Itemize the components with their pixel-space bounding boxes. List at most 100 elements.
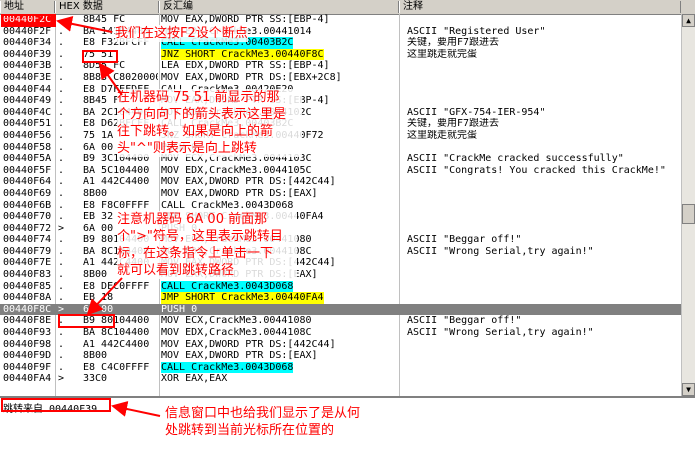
jump-marker-cell: . xyxy=(58,25,65,37)
scrollbar-thumb[interactable] xyxy=(682,204,695,224)
scroll-down-arrow-icon[interactable]: ▼ xyxy=(682,383,695,396)
jump-marker-cell: . xyxy=(58,257,65,269)
address-cell: 00440F98 xyxy=(3,338,52,350)
table-row[interactable]: 00440F44.E8 D7FEFDFFCALL CrackMe3.00420E… xyxy=(0,84,681,96)
table-row[interactable]: 00440F51.E8 D62BFCFFCALL CrackMe3.00403B… xyxy=(0,118,681,130)
table-row[interactable]: 00440F9F. E8 C4C0FFFF CALL CrackMe3.0043D0… xyxy=(0,361,681,374)
jump-marker-cell: . v xyxy=(58,48,70,60)
info-source-box xyxy=(1,398,111,412)
jump-marker-cell: . xyxy=(58,338,65,350)
disassembly-listing[interactable]: 00440F2C 8B45 FC MOV EAX,DWORD PTR SS:[EBP… xyxy=(0,14,681,396)
comment-cell: ASCII "Registered User" xyxy=(407,25,546,37)
hex-cell: 33C0 xyxy=(83,373,108,385)
comment-cell: ASCII "CrackMe cracked successfully" xyxy=(407,153,624,165)
annotation-jump-direction: 在机器码 75 51 前显示的那 个方向向下的箭头表示这里是 往下跳转。如果是向… xyxy=(117,89,302,157)
hex-cell: 8B45 FC xyxy=(83,14,126,25)
jump-marker-cell: . xyxy=(58,327,65,339)
address-cell: 00440F64 xyxy=(3,176,52,188)
opcode-75-51-box xyxy=(82,50,118,63)
table-row[interactable]: 00440F85. E8 DEC0FFFF CALL CrackMe3.0043D0… xyxy=(0,280,681,293)
annotation-line: 注意机器码 6A 00 前面那 xyxy=(117,212,268,227)
address-cell: 00440F3B xyxy=(3,60,52,72)
jump-marker-cell: . xyxy=(58,187,65,199)
annotation-line: 标，在这条指令上单击一下 xyxy=(117,246,274,261)
table-row[interactable]: 00440F98. A1 442C4400 MOV EAX,DWORD PTR DS… xyxy=(0,339,681,351)
jump-marker-cell: . xyxy=(58,361,65,373)
address-cell: 00440F44 xyxy=(3,83,52,95)
disasm-cell: CALL CrackMe3.0043D068 xyxy=(161,199,294,211)
address-cell: 00440F83 xyxy=(3,269,52,281)
comment-cell: 这里跳走就完蛋 xyxy=(407,48,477,60)
table-row[interactable]: 00440F2F.BA 14104400MOV EDX,CrackMe3.004… xyxy=(0,26,681,38)
table-row[interactable]: 00440FA4 >33C0 XOR EAX,EAX xyxy=(0,373,681,385)
jump-target-box xyxy=(58,314,115,328)
header-hex[interactable]: HEX 数据 xyxy=(55,1,159,13)
table-row[interactable]: 00440F83.8B00MOV EAX,DWORD PTR DS:[EAX] xyxy=(0,269,681,281)
jump-marker-cell: . xyxy=(58,350,65,362)
jump-marker-cell: . xyxy=(58,71,65,83)
table-row[interactable]: 00440F34. E8 F32BFCFF CALL CrackMe3.00403B… xyxy=(0,37,681,49)
hex-cell: BA 5C104400 xyxy=(83,164,150,176)
table-row[interactable]: 00440F58.6A 00PUSH 0 xyxy=(0,142,681,154)
table-row[interactable]: 00440F74.B9 80104400MOV ECX,CrackMe3.004… xyxy=(0,234,681,246)
table-row[interactable]: 00440F6B. E8 F8C0FFFF CALL CrackMe3.0043D0… xyxy=(0,200,681,212)
hex-cell: E8 F8C0FFFF xyxy=(83,199,150,211)
address-cell: 00440F74 xyxy=(3,234,52,246)
comment-cell: 这里跳走就完蛋 xyxy=(407,129,477,141)
hex-cell: 8B83 C8020000 xyxy=(83,71,158,83)
jump-marker-cell: . xyxy=(58,199,65,211)
disasm-cell: PUSH 0 xyxy=(161,303,198,315)
address-cell: 00440F93 xyxy=(3,327,52,339)
table-row[interactable]: 00440F69. 8B00 MOV EAX,DWORD PTR DS:[EAX] xyxy=(0,188,681,200)
table-row[interactable]: 00440F4C.BA 2C104400MOV EDX,CrackMe3.004… xyxy=(0,107,681,119)
table-row[interactable]: 00440F7E.A1 442C4400MOV EAX,DWORD PTR DS… xyxy=(0,257,681,269)
vertical-scrollbar[interactable]: ▲ ▼ xyxy=(681,14,695,396)
disasm-cell: XOR EAX,EAX xyxy=(161,373,228,385)
annotation-line: 个方向向下的箭头表示这里是 xyxy=(117,107,287,122)
jump-marker-cell: . xyxy=(58,153,65,165)
annotation-line: 处跳转到当前光标所在位置的 xyxy=(165,423,335,438)
annotation-line: 在机器码 75 51 前显示的那 xyxy=(117,90,280,105)
disasm-cell: CALL CrackMe3.0043D068 xyxy=(161,361,294,374)
table-row[interactable]: 00440F5A. B9 3C104400 MOV ECX,CrackMe3.004… xyxy=(0,153,681,165)
address-cell: 00440F34 xyxy=(3,37,52,49)
table-row[interactable]: 00440F64. A1 442C4400 MOV EAX,DWORD PTR DS… xyxy=(0,176,681,188)
jump-marker-cell: . xyxy=(58,269,65,281)
jump-marker-cell: . v xyxy=(58,129,70,141)
address-cell: 00440F56 xyxy=(3,129,52,141)
table-row[interactable]: 00440F79.BA 8C104400MOV EDX,CrackMe3.004… xyxy=(0,246,681,258)
table-row[interactable]: 00440F2C 8B45 FC MOV EAX,DWORD PTR SS:[EBP… xyxy=(0,14,681,26)
address-cell: 00440F9D xyxy=(3,350,52,362)
hex-cell: EB 18 xyxy=(83,292,114,304)
table-row[interactable]: 00440F5F. BA 5C104400 MOV EDX,CrackMe3.004… xyxy=(0,165,681,177)
address-cell: 00440F2F xyxy=(3,25,52,37)
scroll-up-arrow-icon[interactable]: ▲ xyxy=(682,14,695,27)
disasm-cell: MOV EDX,CrackMe3.0044108C xyxy=(161,327,312,339)
header-address[interactable]: 地址 xyxy=(0,1,55,13)
comment-cell: ASCII "GFX-754-IER-954" xyxy=(407,106,546,118)
jump-marker-cell: . xyxy=(58,176,65,188)
column-header-bar: 地址 HEX 数据 反汇编 注释 xyxy=(0,0,695,15)
table-row[interactable]: 00440F70. vEB 32JMP SHORT CrackMe3.00440… xyxy=(0,211,681,223)
address-cell: 00440F39 xyxy=(3,48,52,60)
jump-marker-cell: > xyxy=(58,373,65,385)
address-cell: 00440F7E xyxy=(3,257,52,269)
table-row[interactable]: 00440F56. v75 1AJNZ SHORT CrackMe3.00440… xyxy=(0,130,681,142)
table-row[interactable]: 00440F93. BA 8C104400 MOV EDX,CrackMe3.004… xyxy=(0,327,681,339)
header-disasm[interactable]: 反汇编 xyxy=(159,1,399,13)
table-row[interactable]: 00440F72>6A 00PUSH 0 xyxy=(0,223,681,235)
hex-cell: 8B00 xyxy=(83,187,108,199)
hex-cell: BA 8C104400 xyxy=(83,327,150,339)
disasm-cell: LEA EDX,DWORD PTR SS:[EBP-4] xyxy=(161,60,330,72)
disasm-cell: MOV EAX,DWORD PTR DS:[EBX+2C8] xyxy=(161,71,342,83)
table-row[interactable]: 00440F9D. 8B00 MOV EAX,DWORD PTR DS:[EAX] xyxy=(0,350,681,362)
breakpoint-address-box xyxy=(1,14,56,27)
annotation-line: 就可以看到跳转路径 xyxy=(117,263,235,278)
address-cell: 00440FA4 xyxy=(3,373,52,385)
header-comment[interactable]: 注释 xyxy=(399,1,681,13)
table-row[interactable]: 00440F49.8B45 FCMOV EAX,DWORD PTR SS:[EB… xyxy=(0,95,681,107)
address-cell: 00440F8C xyxy=(3,303,52,315)
table-row[interactable]: 00440F3E. 8B83 C8020000 MOV EAX,DWORD PTR … xyxy=(0,72,681,84)
annotation-line: 个">"符号，这里表示跳转目 xyxy=(117,229,283,244)
table-row[interactable]: 00440F8A . v EB 18 JMP SHORT CrackMe3.00440… xyxy=(0,292,681,304)
